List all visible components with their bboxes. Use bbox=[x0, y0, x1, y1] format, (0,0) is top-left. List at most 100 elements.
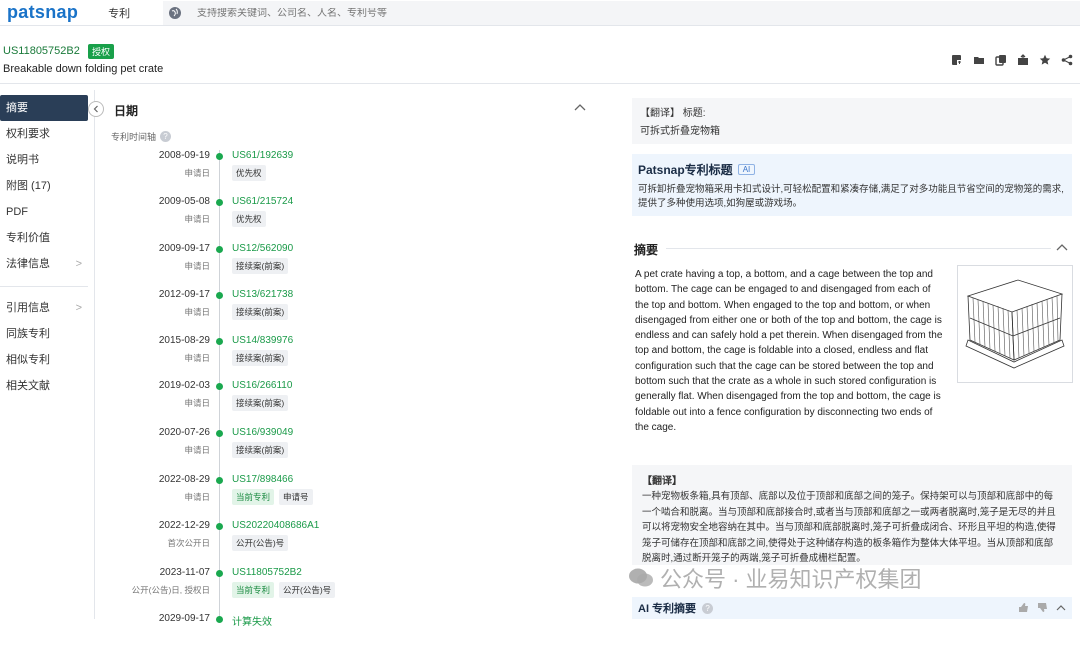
timeline-dot bbox=[216, 246, 223, 253]
event-tags: 接续案(前案) bbox=[232, 258, 289, 274]
nav-item-similar[interactable]: 相似专利 bbox=[0, 347, 88, 373]
help-icon[interactable]: ? bbox=[160, 131, 172, 142]
event-type: 申请日 bbox=[184, 214, 210, 224]
pdf-icon[interactable] bbox=[950, 53, 964, 67]
wechat-watermark: 公众号 · 业易知识产权集团 bbox=[628, 562, 922, 594]
chevron-up-icon[interactable] bbox=[574, 102, 586, 114]
event-tags: 接续案(前案) bbox=[232, 442, 289, 458]
module-label[interactable]: 专利 bbox=[108, 5, 130, 21]
timeline-label: 专利时间轴 ? bbox=[111, 130, 172, 143]
share-icon[interactable] bbox=[1060, 53, 1074, 67]
collapse-nav-button[interactable] bbox=[88, 101, 104, 117]
patsnap-logo[interactable]: patsnap bbox=[7, 2, 78, 23]
export-icon[interactable] bbox=[1016, 53, 1030, 67]
patsnap-title-label: Patsnap专利标题 bbox=[638, 163, 733, 177]
timeline-event: 2009-09-17 申请日 US12/562090 接续案(前案) bbox=[104, 243, 594, 283]
globe-icon[interactable] bbox=[163, 1, 187, 25]
nav-item-figures[interactable]: 附图 (17) bbox=[0, 173, 88, 199]
ai-badge: AI bbox=[737, 164, 756, 175]
abstract-divider bbox=[666, 248, 1051, 249]
event-type: 公开(公告)日, 授权日 bbox=[131, 585, 210, 595]
timeline-event: 2008-09-19 申请日 US61/192639 优先权 bbox=[104, 150, 594, 190]
section-title: 日期 bbox=[114, 104, 139, 118]
nav-item-literature[interactable]: 相关文献 bbox=[0, 373, 88, 399]
timeline-dot bbox=[216, 523, 223, 530]
event-number[interactable]: US61/192639 bbox=[232, 150, 293, 161]
nav-item-pdf[interactable]: PDF bbox=[0, 199, 88, 225]
timeline-dot bbox=[216, 292, 223, 299]
translation-label: 【翻译】 bbox=[642, 476, 682, 487]
event-number[interactable]: US13/621738 bbox=[232, 289, 293, 300]
search-input[interactable] bbox=[197, 7, 797, 19]
timeline-section: 日期 专利时间轴 ? 2008-09-19 申请日 US61/192639 优先权 20… bbox=[104, 90, 594, 628]
event-date: 2009-09-17 bbox=[158, 243, 210, 254]
event-number[interactable]: US61/215724 bbox=[232, 196, 293, 207]
timeline-tag: 接续案(前案) bbox=[232, 350, 289, 366]
event-type: 申请日 bbox=[184, 168, 210, 178]
event-number[interactable]: US14/839976 bbox=[232, 335, 293, 346]
event-type: 首次公开日 bbox=[167, 538, 210, 548]
search-box[interactable] bbox=[163, 1, 1080, 25]
timeline-dot bbox=[216, 199, 223, 206]
timeline-dot bbox=[216, 570, 223, 577]
patent-header: US11805752B2 授权 Breakable down folding p… bbox=[0, 40, 1080, 84]
event-date: 2023-11-07 bbox=[159, 567, 210, 578]
patent-figure-thumbnail[interactable] bbox=[957, 265, 1073, 383]
right-panel: 【翻译】 标题: 可拆式折叠宠物箱 Patsnap专利标题 AI 可拆卸折叠宠物… bbox=[632, 90, 1073, 619]
nav-item-family[interactable]: 同族专利 bbox=[0, 321, 88, 347]
left-nav: 摘要 权利要求 说明书 附图 (17) PDF 专利价值 法律信息 > 引用信息 >… bbox=[0, 90, 95, 619]
translation-text: 一种宠物板条箱,具有顶部、底部以及位于顶部和底部之间的笼子。保持架可以与顶部和底… bbox=[642, 491, 1056, 564]
chevron-up-icon[interactable] bbox=[1056, 602, 1066, 616]
timeline-event: 2020-07-26 申请日 US16/939049 接续案(前案) bbox=[104, 427, 594, 467]
event-number[interactable]: US16/939049 bbox=[232, 427, 293, 438]
nav-item-claims[interactable]: 权利要求 bbox=[0, 121, 88, 147]
event-number[interactable]: US12/562090 bbox=[232, 243, 293, 254]
star-icon[interactable] bbox=[1038, 53, 1052, 67]
event-tags: 优先权 bbox=[232, 211, 266, 227]
nav-item-value[interactable]: 专利价值 bbox=[0, 225, 88, 251]
event-type: 申请日 bbox=[184, 261, 210, 271]
abstract-text: A pet crate having a top, a bottom, and … bbox=[635, 269, 943, 433]
timeline-event: 2015-08-29 申请日 US14/839976 接续案(前案) bbox=[104, 335, 594, 375]
timeline-event: 2019-02-03 申请日 US16/266110 接续案(前案) bbox=[104, 380, 594, 420]
timeline-tag: 申请号 bbox=[279, 489, 313, 505]
timeline-dot bbox=[216, 477, 223, 484]
event-tags: 接续案(前案) bbox=[232, 350, 289, 366]
wechat-icon bbox=[629, 568, 653, 587]
nav-item-legal[interactable]: 法律信息 > bbox=[0, 251, 88, 277]
nav-item-abstract[interactable]: 摘要 bbox=[0, 95, 88, 121]
thumbs-down-icon[interactable] bbox=[1037, 602, 1048, 616]
patent-number[interactable]: US11805752B2 bbox=[3, 45, 80, 57]
timeline-event: 2029-09-17 计算失效 bbox=[104, 613, 594, 653]
top-bar: patsnap 专利 bbox=[0, 0, 1080, 26]
timeline-event: 2022-12-29 首次公开日 US20220408686A1 公开(公告)号 bbox=[104, 520, 594, 560]
nav-item-citations[interactable]: 引用信息 > bbox=[0, 295, 88, 321]
event-tags: 优先权 bbox=[232, 165, 266, 181]
event-number[interactable]: US20220408686A1 bbox=[232, 520, 319, 531]
timeline-dot bbox=[216, 383, 223, 390]
timeline-tag: 优先权 bbox=[232, 211, 266, 227]
chevron-up-icon[interactable] bbox=[1056, 242, 1068, 254]
event-date: 2008-09-19 bbox=[158, 150, 210, 161]
nav-item-description[interactable]: 说明书 bbox=[0, 147, 88, 173]
event-number[interactable]: US16/266110 bbox=[232, 380, 292, 391]
timeline-tag: 优先权 bbox=[232, 165, 266, 181]
folder-icon[interactable] bbox=[972, 53, 986, 67]
event-number[interactable]: US17/898466 bbox=[232, 474, 293, 485]
event-number[interactable]: 计算失效 bbox=[232, 613, 272, 628]
timeline-event: 2022-08-29 申请日 US17/898466 当前专利 申请号 bbox=[104, 474, 594, 514]
patent-title: Breakable down folding pet crate bbox=[3, 63, 164, 75]
event-date: 2022-12-29 bbox=[158, 520, 210, 531]
timeline-event: 2023-11-07 公开(公告)日, 授权日 US11805752B2 当前专利 公开… bbox=[104, 567, 594, 607]
timeline-tag: 接续案(前案) bbox=[232, 258, 289, 274]
event-number[interactable]: US11805752B2 bbox=[232, 567, 302, 578]
timeline-tag: 公开(公告)号 bbox=[232, 535, 289, 551]
ai-abstract-bar[interactable]: AI 专利摘要 ? bbox=[632, 597, 1072, 619]
timeline-dot bbox=[216, 616, 223, 623]
timeline-tag: 当前专利 bbox=[232, 489, 275, 505]
patsnap-title-box: Patsnap专利标题 AI 可拆卸折叠宠物箱采用卡扣式设计,可轻松配置和紧凑存… bbox=[632, 154, 1072, 216]
copy-icon[interactable] bbox=[994, 53, 1008, 67]
thumbs-up-icon[interactable] bbox=[1018, 602, 1029, 616]
help-icon[interactable]: ? bbox=[702, 602, 714, 614]
patent-toolbar bbox=[950, 53, 1074, 67]
